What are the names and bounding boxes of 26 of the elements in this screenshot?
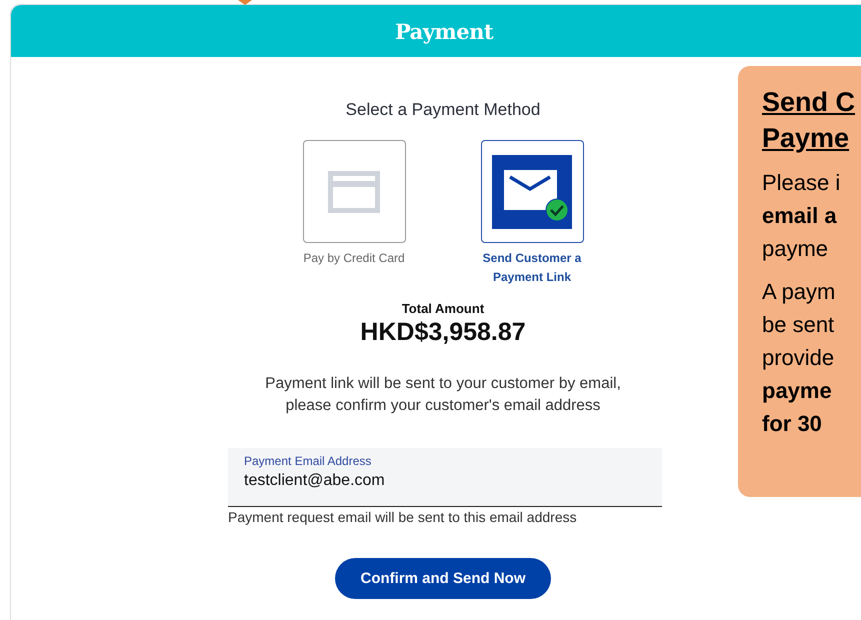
method-label: Send Customer a Payment Link — [482, 250, 582, 286]
email-input-field[interactable]: Payment Email Address testclient@abe.com — [228, 448, 662, 507]
payment-method-tile[interactable] — [302, 140, 406, 243]
callout-text-line: provide — [762, 344, 836, 372]
helper-text: Payment request email will be sent to this email address — [228, 509, 577, 525]
envelope-check-icon — [492, 154, 572, 228]
callout-text-line: be sent — [762, 311, 836, 339]
field-label: Payment Email Address — [244, 454, 372, 468]
modal-title: Payment — [394, 18, 494, 44]
total-amount: HKD$3,958.87 — [360, 318, 526, 347]
callout-heading-line: Send C — [762, 86, 856, 119]
payment-method-tile[interactable] — [480, 140, 584, 243]
method-label: Pay by Credit Card — [303, 250, 405, 267]
callout-heading-line: Payme — [762, 122, 850, 155]
section-heading: Select a Payment Method — [346, 100, 540, 120]
total-label: Total Amount — [402, 301, 484, 316]
credit-card-icon — [328, 170, 380, 212]
instruction-text: Payment link will be sent to your customer by email, please confirm your customer's email address — [264, 374, 622, 416]
callout-text-line: A paym — [762, 278, 836, 306]
callout-text-line: email a — [762, 202, 838, 230]
callout-text-line: payme — [762, 235, 830, 263]
callout-text-line: for 30 — [762, 410, 823, 438]
email-input[interactable]: testclient@abe.com — [244, 472, 624, 490]
callout-text-line: Please i — [762, 169, 842, 197]
confirm-send-button[interactable]: Confirm and Send Now — [335, 558, 551, 599]
callout-text-line: payme — [762, 377, 833, 405]
